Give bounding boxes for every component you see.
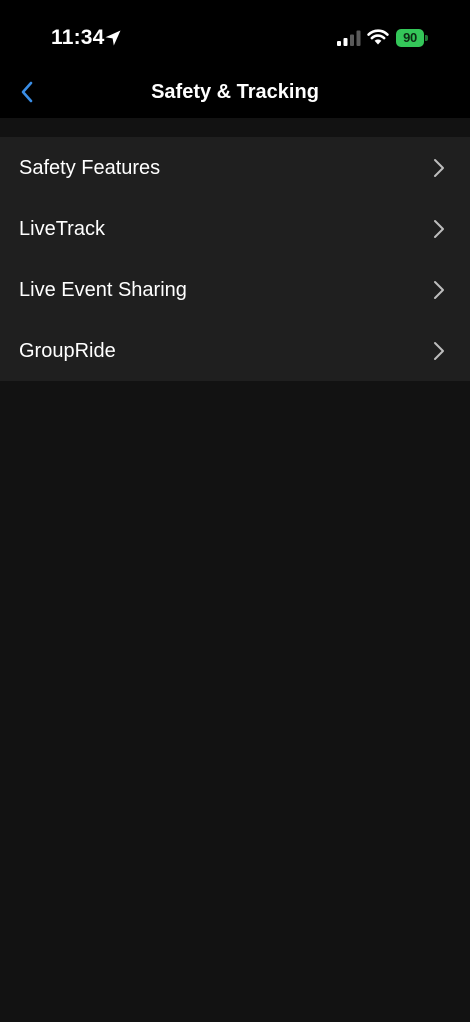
wifi-icon <box>367 29 389 45</box>
chevron-right-icon <box>434 280 444 299</box>
navigation-bar: Safety & Tracking <box>0 76 470 118</box>
menu-item-label: Safety Features <box>19 156 161 179</box>
battery-level: 90 <box>403 30 417 45</box>
menu-item-live-event-sharing[interactable]: Live Event Sharing <box>0 259 470 320</box>
menu-item-groupride[interactable]: GroupRide <box>0 320 470 381</box>
status-time: 11:34 <box>51 26 105 49</box>
battery-icon: 90 <box>396 29 428 47</box>
chevron-right-icon <box>434 219 444 238</box>
menu-item-label: LiveTrack <box>19 217 105 240</box>
menu-list: Safety Features LiveTrack Live Event Sha… <box>0 137 470 381</box>
cellular-signal-icon <box>337 30 361 46</box>
menu-item-label: Live Event Sharing <box>19 278 187 301</box>
battery-tip <box>425 35 428 41</box>
status-bar: 11:34 90 <box>0 0 470 76</box>
menu-item-livetrack[interactable]: LiveTrack <box>0 198 470 259</box>
page-title: Safety & Tracking <box>151 81 319 103</box>
chevron-right-icon <box>434 158 444 177</box>
location-arrow-icon <box>105 30 121 46</box>
menu-item-safety-features[interactable]: Safety Features <box>0 137 470 198</box>
chevron-right-icon <box>434 341 444 360</box>
menu-item-label: GroupRide <box>19 339 116 362</box>
